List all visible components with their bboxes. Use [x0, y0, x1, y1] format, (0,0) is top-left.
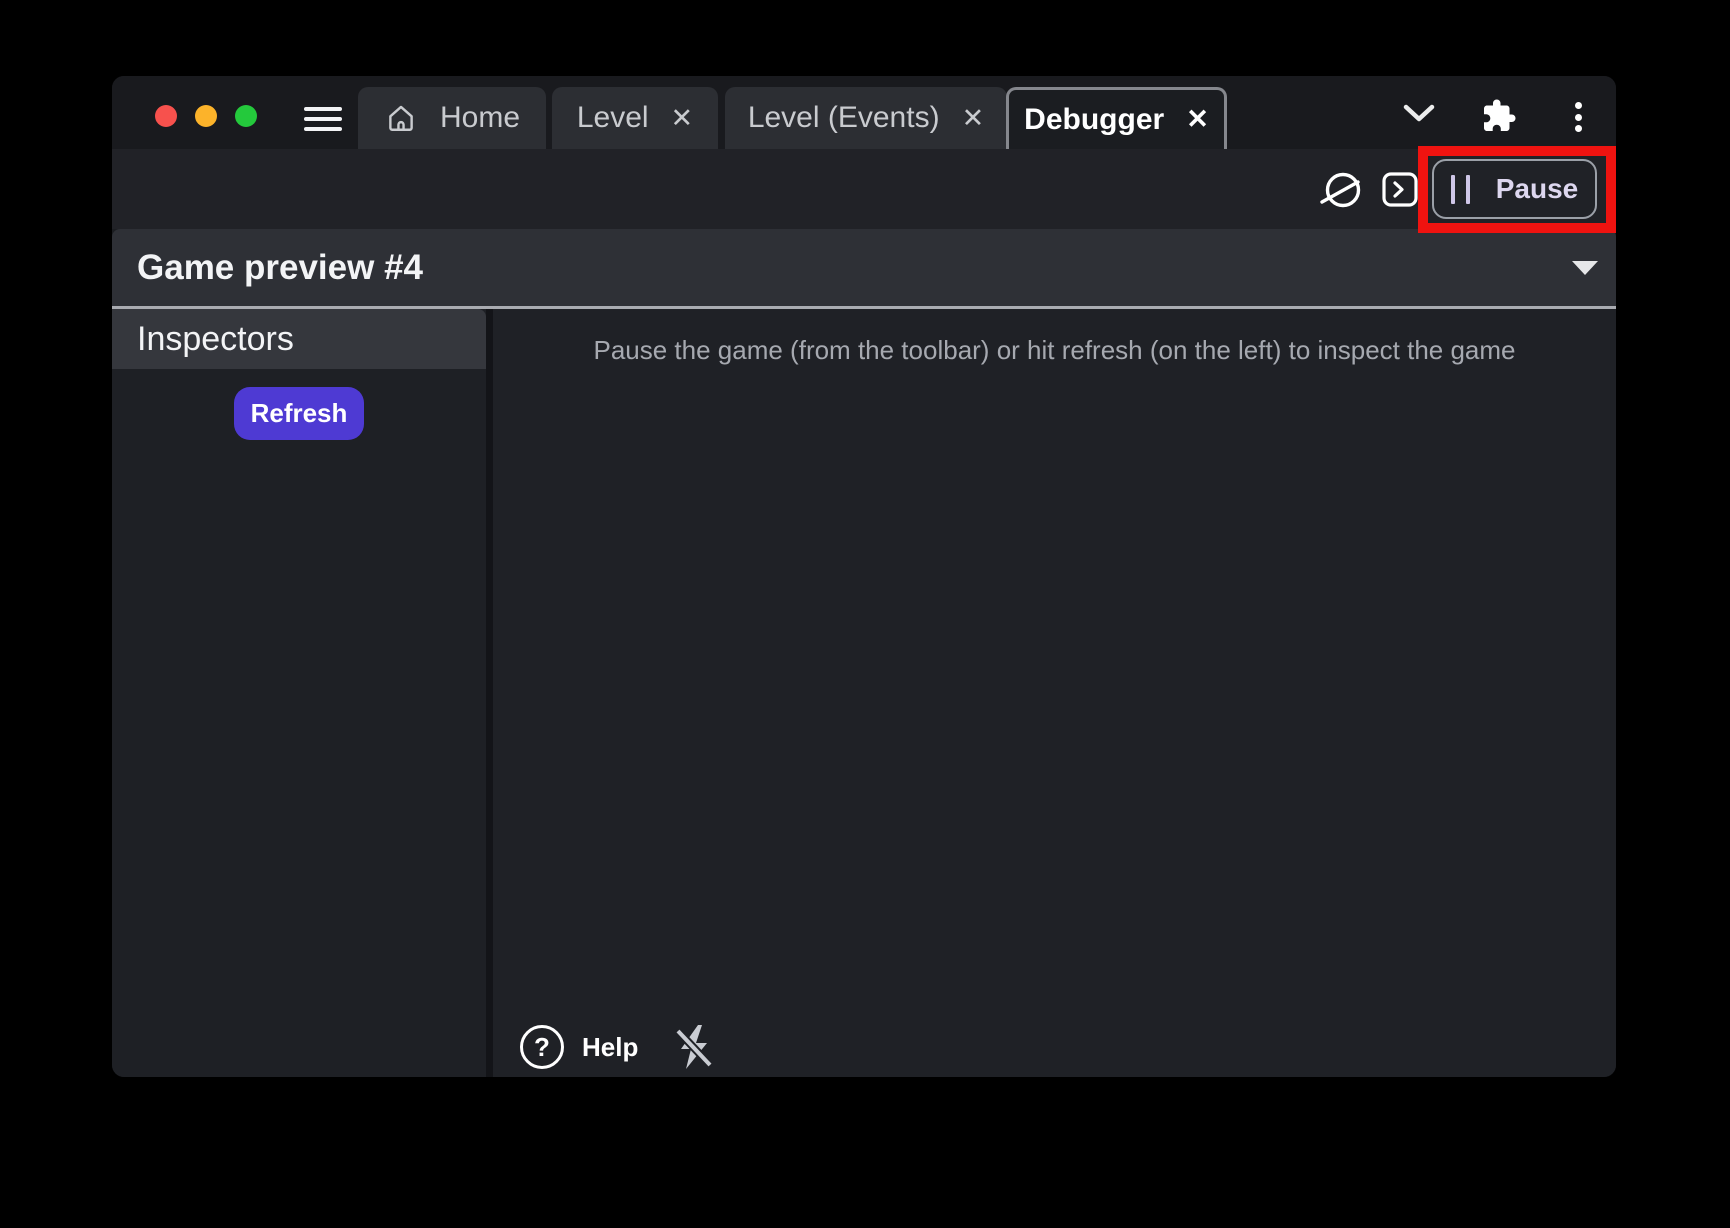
- profiler-gauge-icon[interactable]: [1318, 166, 1366, 214]
- tab-label: Level: [577, 101, 649, 135]
- minimize-window-button[interactable]: [195, 105, 217, 127]
- debugger-window: Home Level ✕ Level (Events) ✕ Debugger ✕: [112, 76, 1616, 1077]
- debugger-toolbar: Pause: [112, 149, 1616, 229]
- console-icon[interactable]: [1381, 170, 1419, 208]
- help-icon[interactable]: ?: [520, 1025, 564, 1069]
- game-preview-title: Game preview #4: [137, 229, 423, 306]
- flash-off-icon[interactable]: [672, 1023, 716, 1071]
- window-controls: [155, 105, 301, 127]
- pause-button-label: Pause: [1496, 173, 1579, 205]
- caret-down-icon[interactable]: [1572, 261, 1598, 275]
- close-tab-icon[interactable]: ✕: [962, 105, 985, 132]
- zoom-window-button[interactable]: [235, 105, 257, 127]
- pause-button[interactable]: Pause: [1432, 159, 1597, 219]
- tab-label: Level (Events): [748, 101, 940, 135]
- inspectors-header: Inspectors: [112, 309, 486, 369]
- pause-hint-text: Pause the game (from the toolbar) or hit…: [493, 309, 1616, 366]
- refresh-button[interactable]: Refresh: [234, 387, 364, 440]
- tab-label: Debugger: [1024, 103, 1164, 137]
- debugger-main-area: Pause the game (from the toolbar) or hit…: [493, 309, 1616, 1077]
- help-label[interactable]: Help: [582, 1032, 638, 1063]
- home-icon: [384, 101, 418, 135]
- main-menu-icon[interactable]: [304, 107, 342, 131]
- main-footer: ? Help: [520, 1023, 716, 1071]
- inspectors-sidebar: Inspectors Refresh: [112, 309, 486, 1077]
- pause-icon: [1451, 175, 1470, 204]
- more-options-kebab-icon[interactable]: [1572, 102, 1584, 132]
- help-glyph: ?: [534, 1032, 550, 1063]
- tab-debugger[interactable]: Debugger ✕: [1006, 87, 1227, 149]
- vertical-divider[interactable]: [486, 309, 493, 1077]
- game-preview-header[interactable]: Game preview #4: [112, 229, 1616, 306]
- tab-strip: Home Level ✕ Level (Events) ✕ Debugger ✕: [112, 76, 1616, 149]
- extensions-puzzle-icon[interactable]: [1481, 98, 1517, 134]
- tab-level[interactable]: Level ✕: [552, 87, 718, 149]
- tab-level-events[interactable]: Level (Events) ✕: [725, 87, 1007, 149]
- inspectors-title: Inspectors: [137, 320, 294, 359]
- tab-label: Home: [440, 101, 520, 135]
- tab-home[interactable]: Home: [358, 87, 546, 149]
- close-tab-icon[interactable]: ✕: [1186, 106, 1209, 133]
- close-tab-icon[interactable]: ✕: [671, 105, 694, 132]
- chevron-down-icon[interactable]: [1401, 100, 1437, 128]
- close-window-button[interactable]: [155, 105, 177, 127]
